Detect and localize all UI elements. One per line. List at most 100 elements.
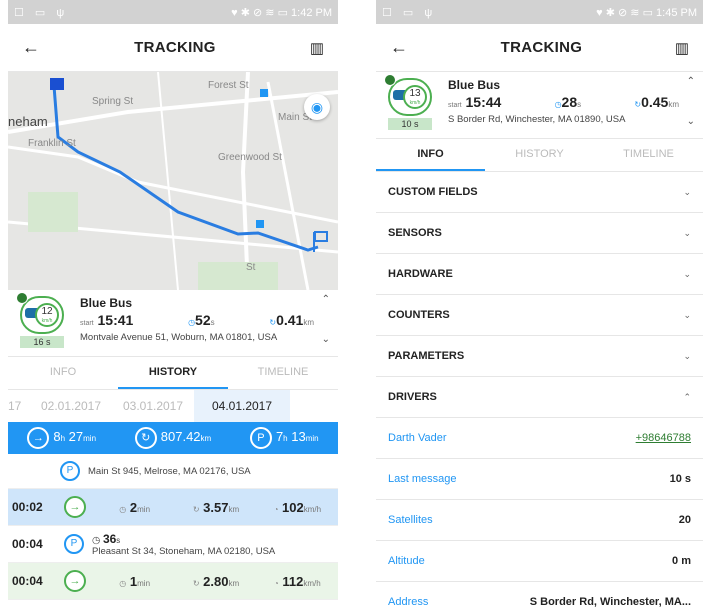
section-custom-fields[interactable]: CUSTOM FIELDS ⌄	[376, 172, 703, 213]
table-row[interactable]: 00:04 → ◷ 1min ↻ 2.80km ◔ 112km/h	[8, 563, 338, 600]
unit-stats: start 15:44 ◷28s ↻0.45km	[448, 94, 679, 110]
last-message-timer: 16 s	[20, 336, 64, 348]
date-item[interactable]: 17	[8, 399, 30, 413]
tab-info[interactable]: INFO	[376, 139, 485, 171]
trips-minutes: 27	[68, 429, 84, 444]
date-item-selected[interactable]: 04.01.2017	[194, 390, 290, 422]
field-key: Last message	[388, 473, 457, 485]
minutes-unit: min	[305, 434, 319, 443]
last-message-timer: 10 s	[388, 118, 432, 130]
section-hardware[interactable]: HARDWARE ⌄	[376, 254, 703, 295]
tab-history[interactable]: HISTORY	[118, 357, 228, 389]
map-icon[interactable]: ▥	[310, 39, 324, 57]
chevron-up-icon[interactable]: ⌃	[687, 76, 695, 87]
start-label: start	[448, 102, 462, 109]
distance-icon: ↻	[134, 427, 157, 449]
info-row-last-message: Last message 10 s	[376, 459, 703, 500]
speed-unit: km/h	[41, 318, 53, 324]
map-icon[interactable]: ▥	[675, 39, 689, 57]
date-item[interactable]: 02.01.2017	[30, 399, 112, 413]
parking-icon: P	[60, 461, 80, 481]
section-sensors[interactable]: SENSORS ⌄	[376, 213, 703, 254]
field-value: 10 s	[669, 473, 691, 485]
minutes-unit: min	[83, 434, 97, 443]
tab-info[interactable]: INFO	[8, 357, 118, 389]
table-row[interactable]: 00:04 P ◷ 36s Pleasant St 34, Stoneham, …	[8, 526, 338, 563]
unit-avatar: 12 km/h	[16, 292, 64, 334]
chevron-down-icon[interactable]: ⌄	[687, 116, 695, 127]
street-label: Forest St	[208, 80, 249, 91]
event-time: 00:02	[12, 500, 43, 514]
clock-icon: ◷	[92, 534, 101, 546]
trip-duration: 28	[561, 94, 578, 110]
duration-unit: s	[577, 100, 582, 109]
street-label: Franklin St	[28, 138, 76, 149]
distance-unit: km	[303, 318, 314, 327]
hours-unit: h	[60, 434, 66, 443]
left-screen: ☐ ▭ ψ ♥ ✱ ⊘ ≋ ▭ 1:42 PM ← TRACKING ▥ For…	[8, 0, 338, 607]
speed-unit: km/h	[303, 578, 321, 588]
app-bar: ← TRACKING ▥	[8, 24, 338, 72]
parking-icon: P	[64, 534, 84, 554]
start-label: start	[80, 320, 94, 327]
clock-icon: ◷	[119, 504, 127, 514]
status-right: ♥ ✱ ⊘ ≋ ▭ 1:42 PM	[231, 6, 332, 19]
field-key: Altitude	[388, 555, 425, 567]
event-time: 00:04	[12, 537, 43, 551]
duration-unit: s	[210, 318, 215, 327]
chevron-up-icon: ⌃	[683, 391, 691, 402]
tab-timeline[interactable]: TIMELINE	[228, 357, 338, 389]
field-key: Address	[388, 596, 429, 607]
speed-value: 13	[409, 88, 421, 99]
info-row-satellites: Satellites 20	[376, 500, 703, 541]
trip-distance: 3.57	[203, 499, 229, 515]
my-location-icon[interactable]: ◉	[304, 94, 330, 120]
section-parameters[interactable]: PARAMETERS ⌄	[376, 336, 703, 377]
back-arrow-icon[interactable]: ←	[22, 37, 40, 58]
chevron-down-icon[interactable]: ⌄	[322, 334, 330, 345]
back-arrow-icon[interactable]: ←	[390, 37, 408, 58]
trip-icon: →	[64, 496, 86, 518]
tab-history[interactable]: HISTORY	[485, 139, 594, 171]
section-label: CUSTOM FIELDS	[388, 186, 478, 198]
unit-card[interactable]: 13 km/h 10 s Blue Bus start 15:44 ◷28s ↻0…	[376, 72, 703, 139]
unit-name: Blue Bus	[80, 296, 133, 310]
trips-hours: 8	[53, 429, 61, 444]
info-row-address: Address S Border Rd, Winchester, MA...	[376, 582, 703, 607]
stop-duration: 36	[102, 531, 117, 546]
parking-address: Main St 945, Melrose, MA 02176, USA	[88, 465, 251, 477]
clock-icon: ◷	[119, 578, 127, 588]
driver-phone-link[interactable]: +98646788	[636, 432, 691, 444]
date-item[interactable]: 03.01.2017	[112, 399, 194, 413]
speed-badge: 12 km/h	[35, 303, 59, 327]
trip-distance: 0.45	[641, 94, 669, 110]
chevron-down-icon: ⌄	[683, 227, 691, 238]
chevron-down-icon: ⌄	[683, 268, 691, 279]
parking-minutes: 13	[291, 429, 306, 444]
map-view[interactable]: Forest St Spring St neham Franklin St Gr…	[8, 72, 338, 290]
unit-name: Blue Bus	[448, 78, 501, 92]
distance-icon: ↻	[192, 504, 200, 514]
section-drivers[interactable]: DRIVERS ⌃	[376, 377, 703, 418]
tab-bar: INFO HISTORY TIMELINE	[8, 357, 338, 390]
duration-unit: min	[137, 504, 151, 514]
unit-card[interactable]: 12 km/h 16 s Blue Bus start 15:41 ◷52s ↻0…	[8, 290, 338, 357]
start-time: 15:41	[97, 312, 134, 328]
section-counters[interactable]: COUNTERS ⌄	[376, 295, 703, 336]
stop-info: ◷ 36s Pleasant St 34, Stoneham, MA 02180…	[92, 532, 275, 557]
driver-name: Darth Vader	[388, 432, 447, 444]
speed-unit: km/h	[409, 100, 421, 106]
chevron-up-icon[interactable]: ⌃	[322, 294, 330, 305]
street-label: Spring St	[92, 96, 134, 107]
section-label: PARAMETERS	[388, 350, 465, 362]
connection-status-icon	[16, 292, 28, 304]
tab-timeline[interactable]: TIMELINE	[594, 139, 703, 171]
parking-icon: P	[249, 427, 272, 449]
unit-avatar: 13 km/h	[384, 74, 432, 116]
clock-icon: ◷	[554, 100, 562, 109]
max-speed: 112	[282, 573, 304, 589]
unit-address: Montvale Avenue 51, Woburn, MA 01801, US…	[80, 332, 278, 343]
list-item[interactable]: P Main St 945, Melrose, MA 02176, USA	[8, 454, 338, 489]
table-row[interactable]: 00:02 → ◷ 2min ↻ 3.57km ◔ 102km/h	[8, 489, 338, 526]
distance-icon: ↻	[192, 578, 200, 588]
